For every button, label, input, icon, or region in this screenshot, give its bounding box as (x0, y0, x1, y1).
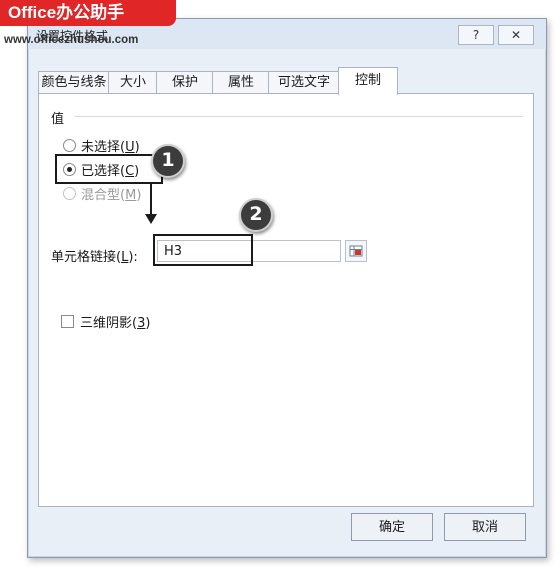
cell-link-label-text: 单元格链接 (51, 250, 117, 265)
radio-button-disabled (63, 187, 76, 200)
help-button[interactable]: ? (458, 25, 494, 45)
tab-properties[interactable]: 属性 (212, 71, 270, 94)
range-select-button[interactable] (345, 240, 367, 262)
radio-label: 混合型 (81, 188, 121, 203)
shading-checkbox[interactable] (61, 315, 74, 328)
tab-colors-lines[interactable]: 颜色与线条 (38, 71, 110, 94)
shading-option[interactable]: 三维阴影(3) (61, 312, 150, 331)
cell-link-colon: : (133, 250, 138, 265)
accelerator-key: 3 (137, 316, 146, 331)
tab-size[interactable]: 大小 (108, 71, 158, 94)
accelerator-key: L (121, 250, 129, 265)
radio-label: 未选择 (81, 140, 121, 155)
format-control-dialog: 设置控件格式 ? ✕ 颜色与线条 大小 保护 属性 可选文字 控制 值 未选择(… (27, 18, 547, 558)
watermark-logo: Office办公助手 (0, 0, 176, 26)
radio-mixed: 混合型(M) (63, 184, 141, 203)
step-badge-1: 1 (151, 144, 185, 178)
control-panel: 值 未选择(U) 已选择(C) 混合型(M) 1 单元格链接(L): H3 2 … (38, 93, 534, 507)
cancel-button[interactable]: 取消 (444, 513, 526, 541)
radio-unchecked[interactable]: 未选择(U) (63, 136, 140, 155)
arrow-down-icon (145, 184, 157, 224)
tab-protection[interactable]: 保护 (156, 71, 214, 94)
highlight-checked-option (55, 154, 163, 184)
ok-button[interactable]: 确定 (351, 513, 433, 541)
tab-control[interactable]: 控制 (338, 67, 398, 95)
cell-link-label: 单元格链接(L): (51, 250, 138, 265)
watermark-url: www.officezhushou.com (4, 34, 139, 46)
value-group-label: 值 (51, 112, 65, 127)
highlight-cell-link (153, 234, 253, 266)
tab-alt-text[interactable]: 可选文字 (268, 71, 340, 94)
shading-label: 三维阴影 (80, 316, 133, 331)
radio-button[interactable] (63, 139, 76, 152)
close-button[interactable]: ✕ (498, 25, 534, 45)
range-select-icon (349, 245, 363, 257)
accelerator-key: M (125, 188, 137, 203)
accelerator-key: U (125, 140, 135, 155)
group-divider (75, 116, 523, 117)
step-badge-2: 2 (239, 198, 273, 232)
